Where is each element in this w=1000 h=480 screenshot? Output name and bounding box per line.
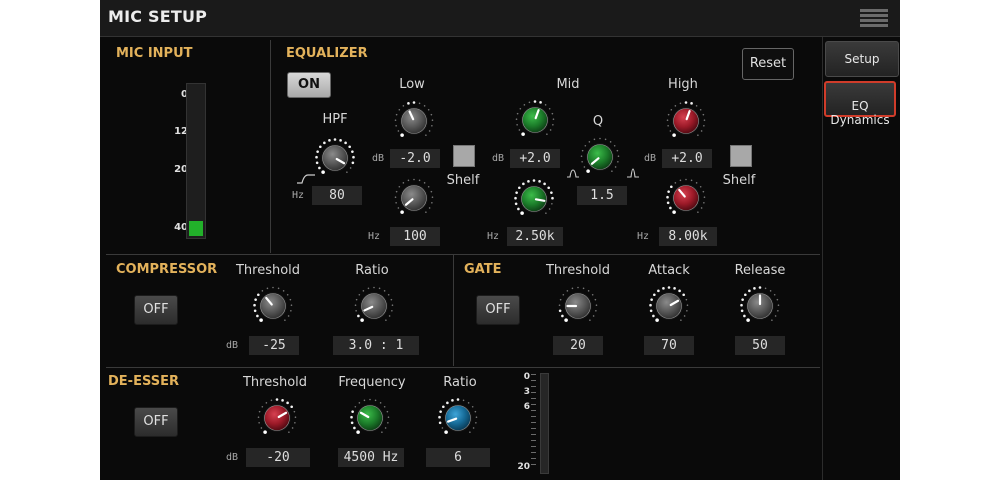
hpf-value[interactable]: 80	[312, 186, 362, 205]
divider	[106, 254, 820, 255]
gate-off-button[interactable]: OFF	[476, 295, 520, 325]
gate-threshold-knob[interactable]	[558, 286, 598, 326]
eq-reset-button[interactable]: Reset	[742, 48, 794, 80]
deesser-threshold-knob[interactable]	[257, 398, 297, 438]
mic-input-title: MIC INPUT	[116, 46, 193, 61]
deesser-ratio-value[interactable]: 6	[426, 448, 490, 467]
mic-input-level-fill	[189, 221, 203, 236]
compressor-title: COMPRESSOR	[116, 262, 218, 277]
compressor-ratio-knob[interactable]	[354, 286, 394, 326]
compressor-threshold-label: Threshold	[235, 263, 301, 278]
mic-input-level-meter	[186, 83, 206, 239]
compressor-ratio-value[interactable]: 3.0 : 1	[333, 336, 419, 355]
high-freq-knob[interactable]	[666, 178, 706, 218]
mid-gain-value[interactable]: +2.0	[510, 149, 560, 168]
divider	[453, 255, 454, 366]
gate-attack-value[interactable]: 70	[644, 336, 694, 355]
deesser-ratio-label: Ratio	[443, 375, 477, 390]
page-title: MIC SETUP	[108, 7, 208, 26]
compressor-off-button[interactable]: OFF	[134, 295, 178, 325]
title-bar: MIC SETUP	[100, 0, 900, 37]
low-freq-unit: Hz	[368, 231, 381, 242]
mid-freq-value[interactable]: 2.50k	[507, 227, 563, 246]
deesser-off-button[interactable]: OFF	[134, 407, 178, 437]
divider	[106, 367, 820, 368]
low-shelf-toggle[interactable]	[453, 145, 475, 167]
mid-label: Mid	[556, 77, 580, 92]
deesser-gain-reduction-meter	[540, 373, 549, 474]
hpf-knob[interactable]	[315, 138, 355, 178]
mid-gain-knob[interactable]	[515, 100, 555, 140]
low-freq-knob[interactable]	[394, 178, 434, 218]
mic-setup-screen: MIC SETUP MIC INPUT 0 12 20 40 EQUALIZER…	[100, 0, 900, 480]
high-shelf-label: Shelf	[722, 173, 756, 188]
deesser-threshold-label: Threshold	[242, 375, 308, 390]
gate-release-label: Release	[734, 263, 786, 278]
high-gain-value[interactable]: +2.0	[662, 149, 712, 168]
gate-release-knob[interactable]	[740, 286, 780, 326]
low-label: Low	[399, 77, 425, 92]
setup-tab-label: Setup	[844, 52, 880, 66]
high-label: High	[668, 77, 698, 92]
mid-q-value[interactable]: 1.5	[577, 186, 627, 205]
compressor-threshold-value[interactable]: -25	[249, 336, 299, 355]
setup-tab[interactable]: Setup	[825, 41, 899, 77]
gate-attack-knob[interactable]	[649, 286, 689, 326]
meter-tick-label: 0	[523, 372, 530, 382]
compressor-ratio-label: Ratio	[355, 263, 389, 278]
gate-attack-label: Attack	[648, 263, 690, 278]
mid-high-curve-icon	[627, 168, 639, 178]
mid-freq-unit: Hz	[487, 231, 500, 242]
gate-threshold-value[interactable]: 20	[553, 336, 603, 355]
sidebar-divider	[822, 37, 823, 480]
low-gain-value[interactable]: -2.0	[390, 149, 440, 168]
high-freq-unit: Hz	[637, 231, 650, 242]
equalizer-title: EQUALIZER	[286, 46, 368, 61]
deesser-ratio-knob[interactable]	[438, 398, 478, 438]
gate-release-value[interactable]: 50	[735, 336, 785, 355]
compressor-threshold-knob[interactable]	[253, 286, 293, 326]
meter-tick-label: 6	[523, 402, 530, 412]
highpass-curve-icon	[297, 174, 315, 184]
gate-threshold-label: Threshold	[545, 263, 611, 278]
high-shelf-toggle[interactable]	[730, 145, 752, 167]
deesser-threshold-value[interactable]: -20	[246, 448, 310, 467]
high-freq-value[interactable]: 8.00k	[659, 227, 717, 246]
mid-low-curve-icon	[567, 169, 579, 178]
mid-q-knob[interactable]	[580, 137, 620, 177]
low-freq-value[interactable]: 100	[390, 227, 440, 246]
mid-gain-unit: dB	[492, 153, 505, 164]
q-label: Q	[592, 114, 604, 129]
divider	[270, 40, 271, 253]
deesser-frequency-knob[interactable]	[350, 398, 390, 438]
deesser-title: DE-ESSER	[108, 374, 179, 389]
mid-freq-knob[interactable]	[514, 179, 554, 219]
deesser-threshold-unit: dB	[226, 452, 239, 463]
hpf-label: HPF	[322, 112, 348, 127]
low-gain-unit: dB	[372, 153, 385, 164]
gate-title: GATE	[464, 262, 502, 277]
compressor-threshold-unit: dB	[226, 340, 239, 351]
deesser-meter-scale: 0 3 6 20	[510, 372, 540, 472]
low-shelf-label: Shelf	[446, 173, 480, 188]
hpf-unit: Hz	[292, 190, 305, 201]
eq-dynamics-tab[interactable]: EQ Dynamics	[824, 81, 896, 127]
deesser-frequency-value[interactable]: 4500 Hz	[338, 448, 404, 467]
deesser-frequency-label: Frequency	[338, 375, 406, 390]
high-gain-unit: dB	[644, 153, 657, 164]
meter-tick-label: 3	[523, 387, 530, 397]
high-gain-knob[interactable]	[666, 101, 706, 141]
meter-tick-label: 20	[517, 462, 530, 472]
hamburger-menu-icon[interactable]	[860, 9, 888, 27]
eq-dynamics-tab-label: EQ Dynamics	[830, 99, 890, 127]
low-gain-knob[interactable]	[394, 101, 434, 141]
eq-on-button[interactable]: ON	[287, 72, 331, 98]
